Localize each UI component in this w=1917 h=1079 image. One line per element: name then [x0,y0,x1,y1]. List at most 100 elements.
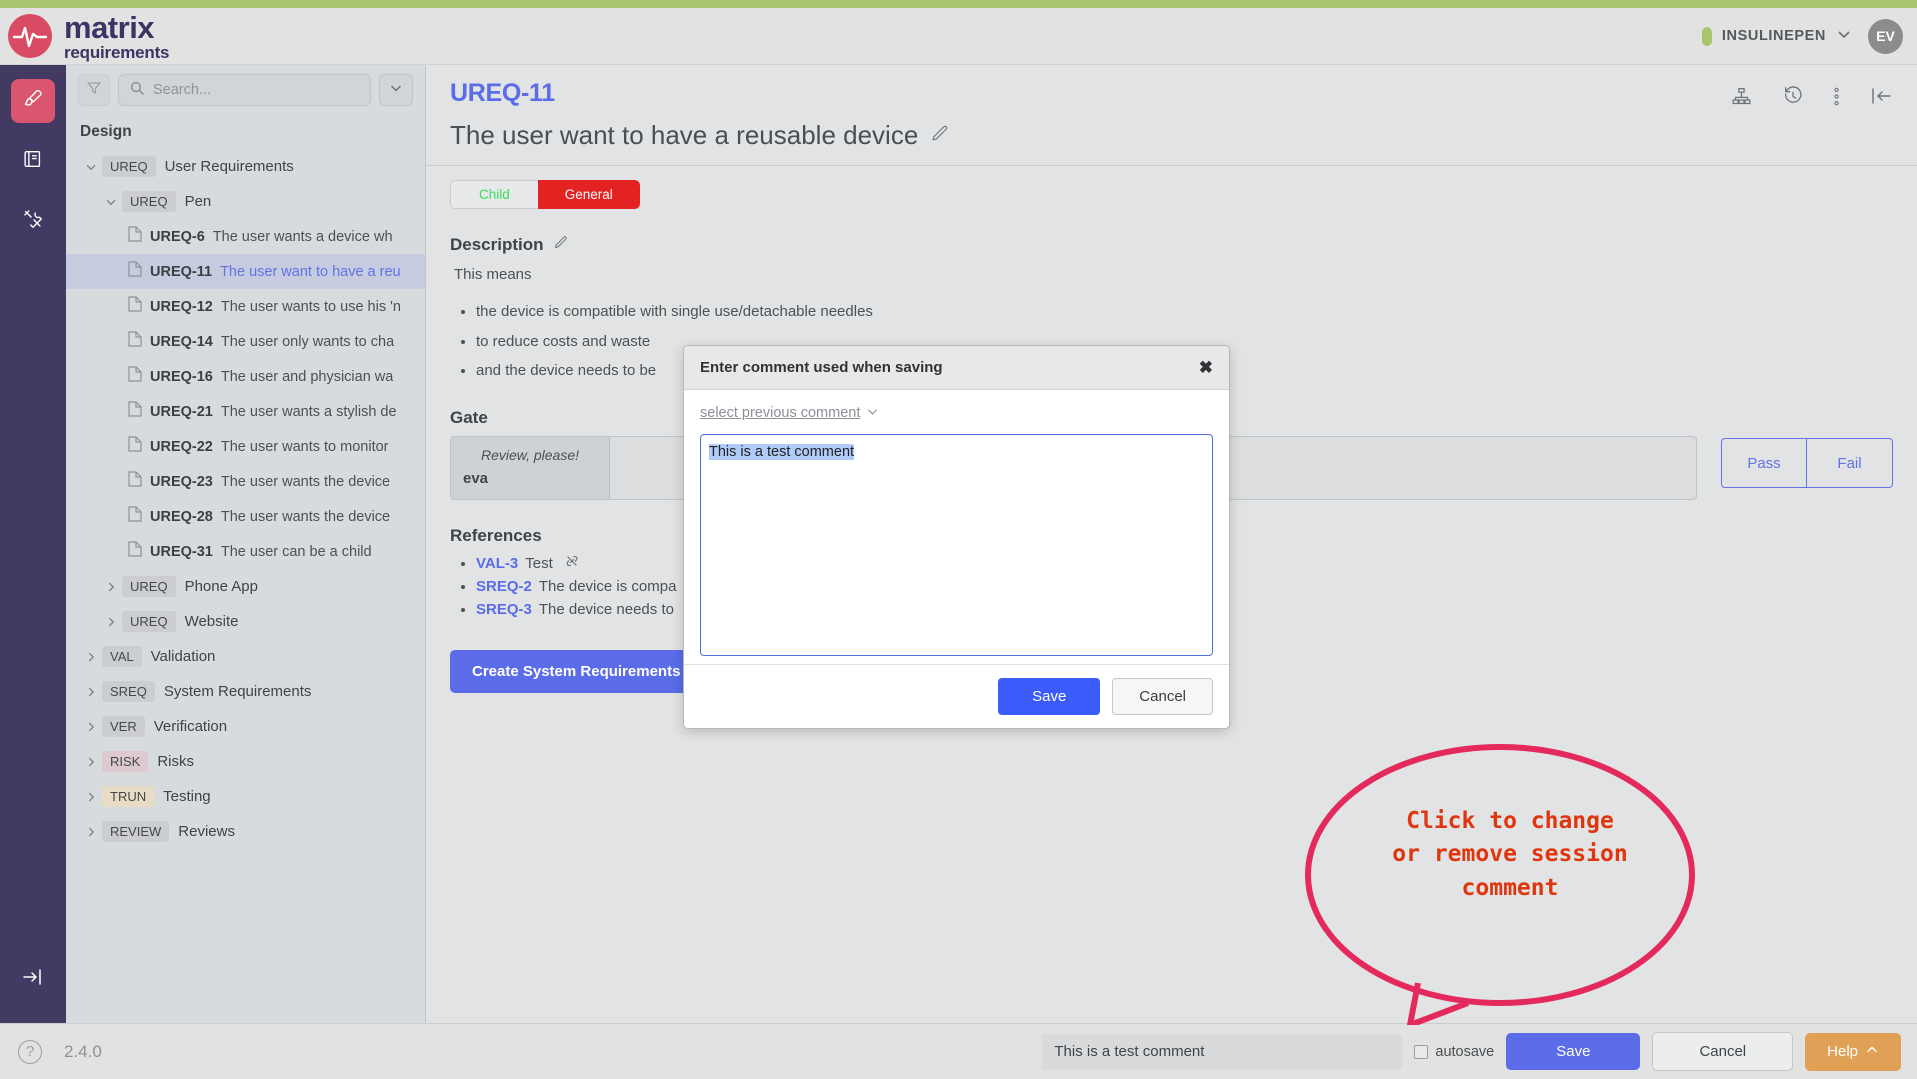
pencil-icon[interactable] [553,235,568,255]
document-icon [128,331,142,352]
tree-item-text: The user only wants to cha [220,333,395,350]
reference-link[interactable]: SREQ-3 [476,601,532,618]
modal-cancel-button[interactable]: Cancel [1112,678,1213,715]
tree-category-verification[interactable]: VER Verification [66,709,425,744]
tree-category-label: Phone App [184,578,258,595]
tree-item-ureq-31[interactable]: UREQ-31 The user can be a child [66,534,425,569]
tree-item-ureq-6[interactable]: UREQ-6 The user wants a device wh [66,219,425,254]
tree-item-ureq-21[interactable]: UREQ-21 The user wants a stylish de [66,394,425,429]
chevron-right-icon[interactable] [80,755,102,769]
chevron-right-icon[interactable] [80,650,102,664]
avatar[interactable]: EV [1868,18,1903,54]
project-selector-label[interactable]: INSULINEPEN [1722,28,1826,44]
tree-item-ureq-16[interactable]: UREQ-16 The user and physician wa [66,359,425,394]
annotation-text: Click to change or remove session commen… [1300,805,1720,905]
tab-child[interactable]: Child [450,180,538,209]
cancel-button[interactable]: Cancel [1652,1032,1794,1071]
comment-textarea[interactable]: This is a test comment [700,434,1213,656]
tree-category-reviews[interactable]: REVIEW Reviews [66,814,425,849]
chevron-down-icon[interactable] [1836,26,1852,47]
tree-item-id: UREQ-21 [150,403,213,420]
create-system-requirements-button[interactable]: Create System Requirements [450,650,703,693]
document-icon [128,261,142,282]
close-icon[interactable]: ✖ [1199,359,1213,376]
document-icon [128,541,142,562]
tree-category-validation[interactable]: VAL Validation [66,639,425,674]
tab-general[interactable]: General [537,180,640,209]
unlink-icon[interactable] [565,555,579,572]
gate-reviewer-box[interactable]: Review, please! eva [450,436,610,500]
tree-category-pen[interactable]: UREQ Pen [66,184,425,219]
brand-line-2: requirements [64,42,170,62]
reference-link[interactable]: VAL-3 [476,555,518,572]
question-circle-icon[interactable]: ? [18,1039,42,1064]
pencil-icon[interactable] [930,124,949,148]
collapse-left-icon[interactable] [1869,85,1893,112]
rail-collapse-button[interactable] [11,957,55,1001]
tree-item-ureq-14[interactable]: UREQ-14 The user only wants to cha [66,324,425,359]
help-button[interactable]: Help [1805,1032,1901,1071]
filter-button[interactable] [78,74,110,106]
tree-item-text: The user wants to use his 'n [220,298,401,315]
tree-item-text: The user wants the device [220,473,391,490]
tree-category-user-requirements[interactable]: UREQ User Requirements [66,149,425,184]
autosave-checkbox[interactable] [1414,1044,1429,1059]
history-icon[interactable] [1782,85,1804,112]
tree-category-phone-app[interactable]: UREQ Phone App [66,569,425,604]
tree-item-id: UREQ-14 [150,333,213,350]
session-comment-input[interactable] [1042,1033,1403,1070]
chevron-right-icon[interactable] [80,790,102,804]
autosave-label: autosave [1435,1043,1495,1060]
chevron-right-icon[interactable] [80,720,102,734]
chevron-down-icon[interactable] [80,160,102,174]
autosave-toggle[interactable]: autosave [1414,1044,1494,1060]
hierarchy-icon[interactable] [1731,86,1752,112]
tree-item-ureq-22[interactable]: UREQ-22 The user wants to monitor [66,429,425,464]
tree-item-ureq-23[interactable]: UREQ-23 The user wants the device [66,464,425,499]
rail-item-documents[interactable] [11,139,55,183]
chevron-right-icon[interactable] [100,580,122,594]
tree-item-ureq-11[interactable]: UREQ-11 The user want to have a reu [66,254,425,289]
gate-user: eva [463,470,489,487]
tree-item-ureq-12[interactable]: UREQ-12 The user wants to use his 'n [66,289,425,324]
tree-item-text: The user wants a stylish de [220,403,397,420]
rail-item-tools[interactable] [11,199,55,243]
chevron-right-icon[interactable] [100,615,122,629]
modal-save-button[interactable]: Save [998,678,1101,715]
sidebar: Search... Design UREQ User Requirements UR… [66,65,426,1023]
tree-item-id: UREQ-28 [150,508,213,525]
tree-category-system-requirements[interactable]: SREQ System Requirements [66,674,425,709]
brand-logo[interactable]: matrix requirements [0,12,170,62]
sidebar-options-button[interactable] [379,74,413,106]
tree-category-badge: UREQ [122,611,176,632]
modal-title: Enter comment used when saving [700,359,943,376]
select-previous-comment-label: select previous comment [700,405,861,421]
document-icon [128,436,142,457]
chevron-right-icon[interactable] [80,685,102,699]
reference-text: The device needs to [538,601,674,618]
rail-item-design[interactable] [11,79,55,123]
search-input[interactable]: Search... [118,74,371,106]
fail-button[interactable]: Fail [1807,438,1893,488]
tree-item-ureq-28[interactable]: UREQ-28 The user wants the device [66,499,425,534]
annotation-callout: Click to change or remove session commen… [1300,725,1720,1028]
tree-item-id: UREQ-22 [150,438,213,455]
chevron-down-icon[interactable] [100,195,122,209]
save-button[interactable]: Save [1506,1033,1641,1070]
item-title-row: The user want to have a reusable device [450,120,1893,165]
annotation-line-2: or remove session [1392,841,1628,868]
chevron-right-icon[interactable] [80,825,102,839]
reference-link[interactable]: SREQ-2 [476,578,532,595]
pass-button[interactable]: Pass [1721,438,1807,488]
tree-category-website[interactable]: UREQ Website [66,604,425,639]
tree-item-text: The user wants to monitor [220,438,389,455]
tree-category-testing[interactable]: TRUN Testing [66,779,425,814]
more-vertical-icon[interactable] [1834,86,1839,112]
tree-category-badge: VER [102,716,145,737]
pulse-circle-icon [8,14,52,58]
document-icon [128,471,142,492]
tree-category-risks[interactable]: RISK Risks [66,744,425,779]
book-icon [22,148,44,175]
select-previous-comment-link[interactable]: select previous comment [700,405,879,422]
gate-question: Review, please! [480,447,580,463]
